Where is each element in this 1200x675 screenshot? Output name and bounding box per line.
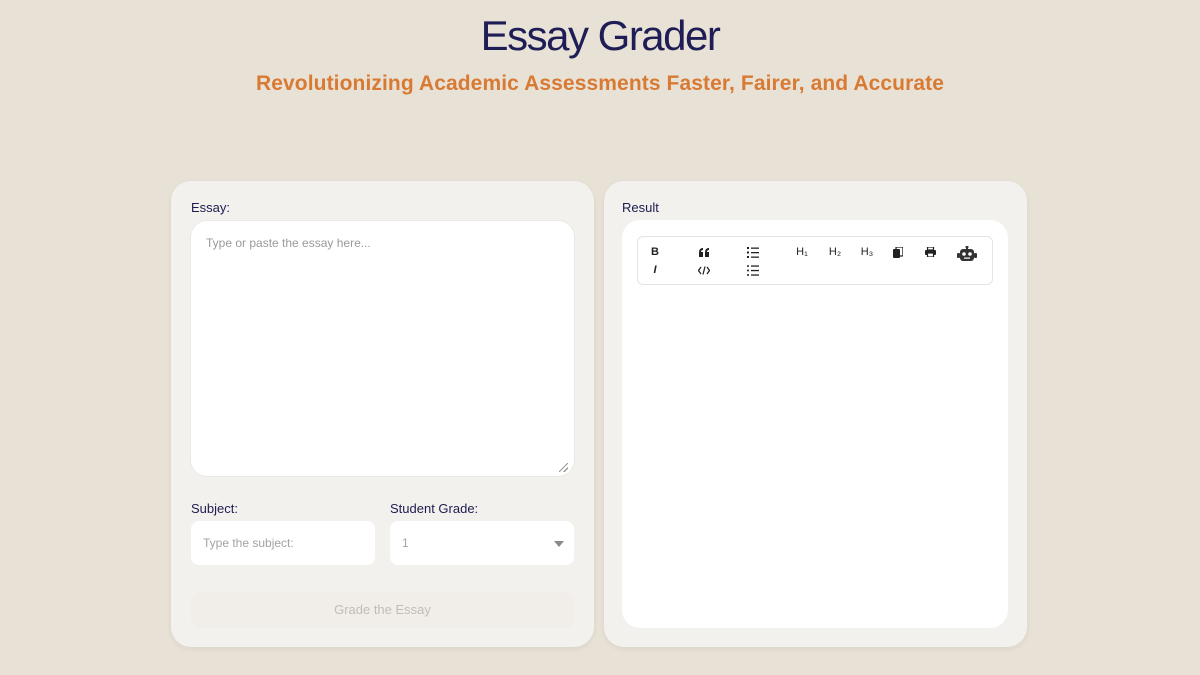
heading-2-button[interactable]: H₂	[826, 245, 844, 259]
essay-label: Essay:	[191, 200, 231, 215]
subject-label: Subject:	[191, 501, 238, 516]
robot-icon[interactable]	[956, 245, 978, 263]
heading-1-button[interactable]: H₁	[793, 245, 811, 259]
bold-button[interactable]: B	[648, 245, 662, 259]
essay-placeholder: Type or paste the essay here...	[206, 236, 371, 250]
ordered-list-icon[interactable]	[745, 245, 761, 259]
result-label: Result	[622, 200, 659, 215]
editor-toolbar: B H₁ H₂ H₃ I	[637, 236, 993, 285]
code-icon[interactable]	[696, 263, 712, 277]
chevron-down-icon	[554, 541, 564, 547]
page-title: Essay Grader	[480, 12, 721, 59]
subject-input[interactable]: Type the subject:	[191, 521, 375, 565]
italic-button[interactable]: I	[648, 263, 662, 277]
essay-form-panel: Essay: Type or paste the essay here... S…	[171, 181, 594, 647]
blockquote-icon[interactable]	[696, 245, 712, 259]
resize-handle[interactable]	[559, 463, 568, 472]
student-grade-label: Student Grade:	[390, 501, 479, 516]
student-grade-select[interactable]: 1	[390, 521, 574, 565]
heading-3-button[interactable]: H₃	[858, 245, 876, 259]
result-panel: Result B H₁ H₂ H₃ I	[604, 181, 1027, 647]
page-subtitle: Revolutionizing Academic Assessments Fas…	[255, 72, 945, 95]
bullet-list-icon[interactable]	[745, 263, 761, 277]
result-editor[interactable]: B H₁ H₂ H₃ I	[622, 220, 1008, 628]
copy-icon[interactable]	[891, 245, 905, 259]
essay-textarea[interactable]: Type or paste the essay here...	[191, 221, 574, 476]
print-icon[interactable]	[923, 245, 937, 259]
grade-essay-button[interactable]: Grade the Essay	[191, 592, 574, 628]
subject-placeholder: Type the subject:	[203, 536, 294, 550]
student-grade-value: 1	[402, 536, 409, 550]
